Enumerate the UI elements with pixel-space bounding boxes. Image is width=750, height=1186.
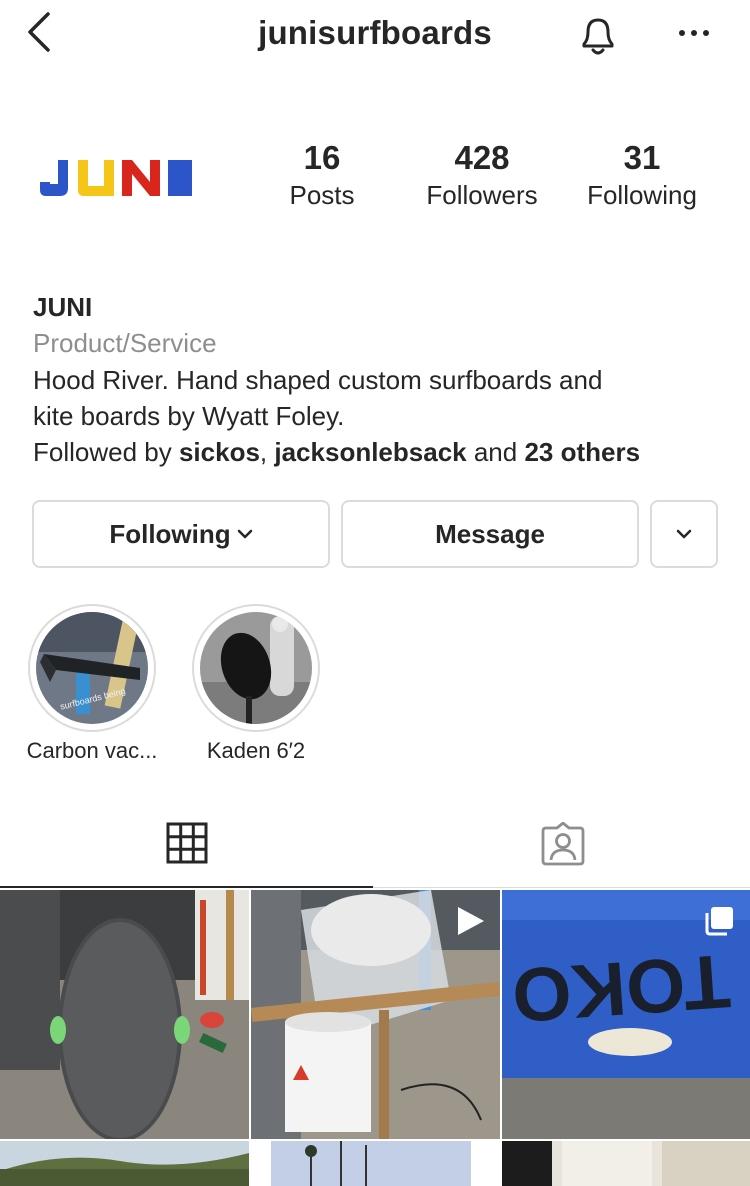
post-thumbnail-1[interactable] (0, 890, 249, 1139)
following-button-label: Following (109, 518, 231, 549)
bio-line-1: Hood River. Hand shaped custom surfboard… (33, 365, 603, 395)
profile-avatar[interactable] (24, 108, 206, 248)
highlight-ring (192, 604, 320, 732)
juni-logo (40, 160, 192, 196)
more-horizontal-icon (679, 30, 709, 36)
tab-divider (373, 887, 750, 888)
followed-by-prefix: Followed by (33, 437, 179, 467)
followed-by-user-sickos[interactable]: sickos (179, 437, 260, 467)
followed-by-separator: , (259, 437, 275, 467)
story-highlight-kaden[interactable]: Kaden 6′2 (176, 604, 336, 764)
bio-line-2: kite boards by Wyatt Foley. (33, 401, 345, 431)
highlight-label: Kaden 6′2 (206, 738, 306, 763)
post-image-text: TOKO (509, 938, 733, 1038)
post-thumbnail-2[interactable] (251, 890, 500, 1139)
more-options-button[interactable] (672, 18, 716, 48)
category-label: Product/Service (33, 328, 217, 358)
grid-icon (166, 822, 207, 864)
followers-stat[interactable]: 428 Followers (412, 138, 552, 212)
posts-label: Posts (289, 180, 355, 210)
followers-count: 428 (454, 139, 510, 176)
suggested-accounts-button[interactable] (650, 500, 718, 568)
post-thumbnail-6[interactable] (502, 1141, 750, 1186)
top-nav-bar: junisurfboards (0, 0, 750, 70)
post-thumbnail-5[interactable] (251, 1141, 500, 1186)
chevron-down-icon (237, 529, 252, 539)
following-button[interactable]: Following (32, 500, 330, 568)
video-play-icon (458, 907, 484, 935)
posts-count: 16 (303, 139, 341, 176)
profile-bio: JUNI Product/Service Hood River. Hand sh… (33, 290, 733, 470)
highlight-thumbnail (200, 612, 312, 724)
followed-by-text[interactable]: Followed by sickos, jacksonlebsack and 2… (33, 434, 733, 470)
tab-tagged[interactable] (375, 800, 750, 888)
message-button-label: Message (435, 518, 545, 549)
story-highlight-carbon[interactable]: surfboards being Carbon vac... (12, 604, 172, 764)
post-thumbnail-3[interactable]: TOKO (502, 890, 750, 1139)
followed-by-others[interactable]: 23 others (524, 437, 640, 467)
posts-stat[interactable]: 16 Posts (272, 138, 372, 212)
notifications-button[interactable] (574, 10, 622, 60)
highlight-thumbnail: surfboards being (36, 612, 148, 724)
chevron-down-icon (676, 529, 692, 539)
following-stat[interactable]: 31 Following (572, 138, 712, 212)
profile-username: junisurfboards (258, 14, 492, 51)
tagged-person-icon (541, 822, 584, 866)
bell-icon (582, 18, 614, 55)
highlight-ring: surfboards being (28, 604, 156, 732)
following-count: 31 (623, 139, 661, 176)
followed-by-and: and (466, 437, 525, 467)
post-thumbnail-4[interactable] (0, 1141, 249, 1186)
message-button[interactable]: Message (341, 500, 639, 568)
followers-label: Followers (426, 180, 538, 210)
highlight-label: Carbon vac... (26, 738, 158, 763)
following-label: Following (587, 180, 697, 210)
carousel-icon (705, 907, 733, 936)
followed-by-user-jacksonlebsack[interactable]: jacksonlebsack (274, 437, 466, 467)
tab-posts-grid[interactable] (0, 800, 373, 888)
display-name: JUNI (33, 292, 93, 322)
